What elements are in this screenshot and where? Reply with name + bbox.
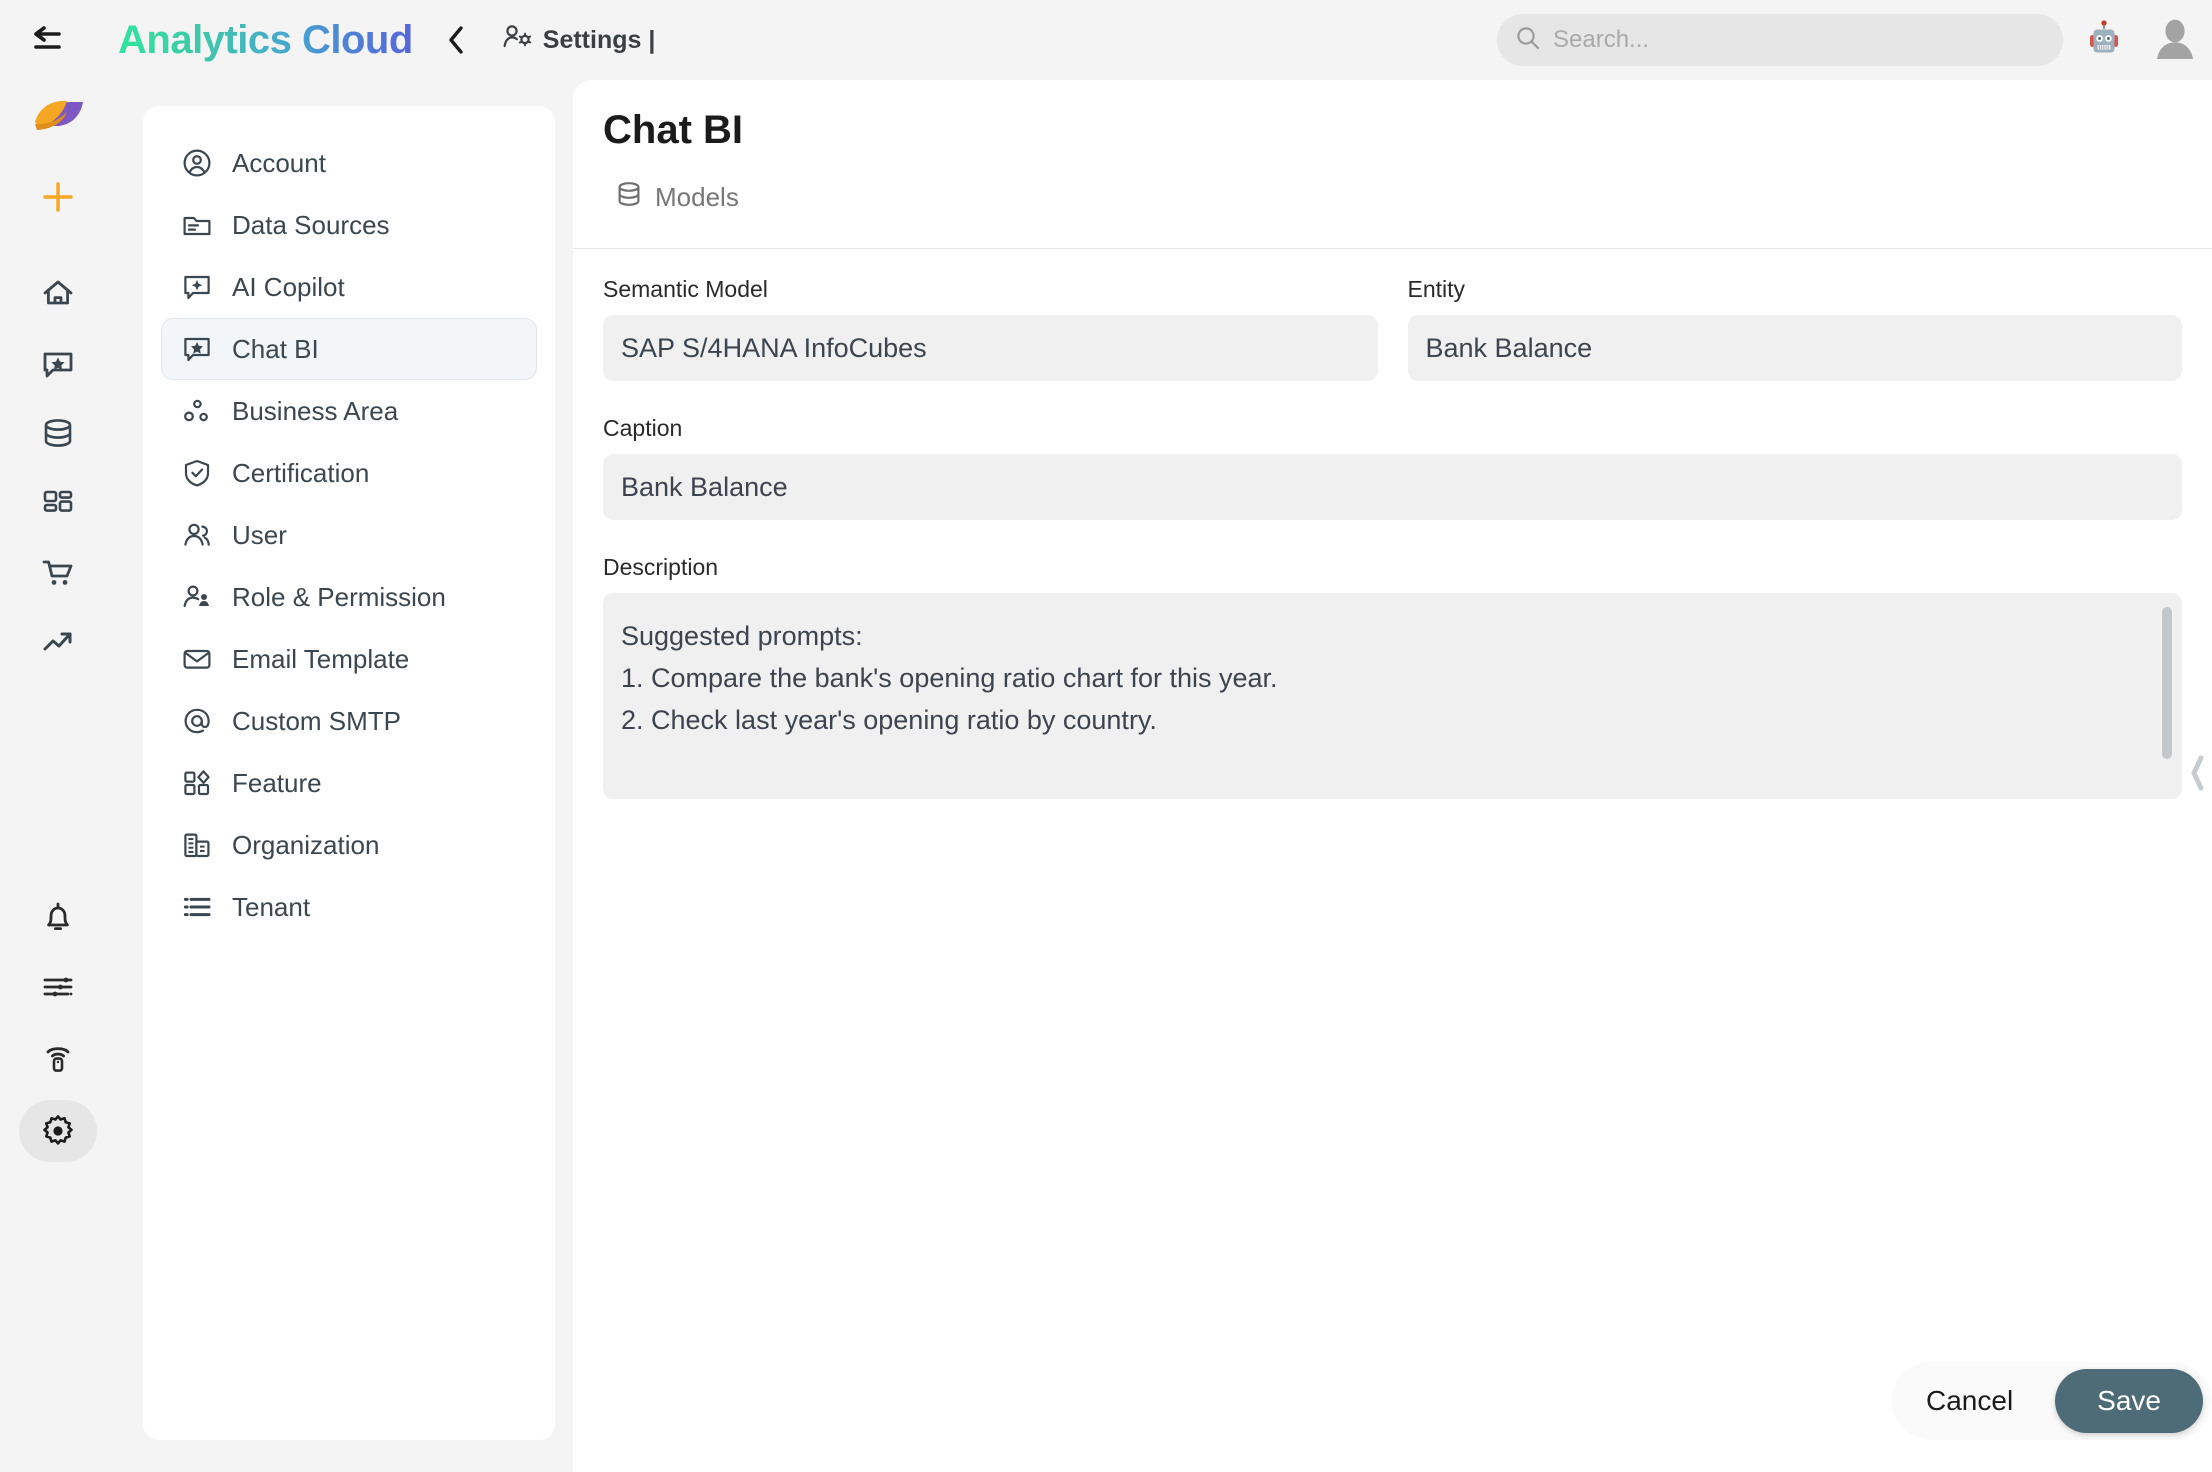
sidebar-item-business-area[interactable]: Business Area (161, 380, 537, 442)
user-avatar-icon[interactable] (2152, 16, 2198, 62)
cancel-button[interactable]: Cancel (1892, 1370, 2047, 1432)
description-field: Description Suggested prompts: 1. Compar… (603, 554, 2182, 799)
entity-input[interactable]: Bank Balance (1408, 315, 2183, 381)
sidebar-item-tenant[interactable]: Tenant (161, 876, 537, 938)
caption-input[interactable]: Bank Balance (603, 454, 2182, 520)
tab-models[interactable]: Models (603, 172, 751, 223)
description-label: Description (603, 554, 2182, 581)
sidebar-item-certification[interactable]: Certification (161, 442, 537, 504)
sliders-icon[interactable] (29, 958, 87, 1016)
model-form: Semantic Model SAP S/4HANA InfoCubes Ent… (603, 276, 2182, 833)
search-input[interactable] (1553, 26, 2045, 54)
home-icon[interactable] (29, 264, 87, 322)
sidebar-item-label: Business Area (232, 396, 398, 427)
settings-menu-panel: Account Data Sources A (143, 106, 555, 1440)
user-circle-icon (182, 148, 212, 178)
form-actions: Cancel Save (1892, 1362, 2211, 1440)
feature-grid-icon (182, 768, 212, 798)
sidebar-item-custom-smtp[interactable]: Custom SMTP (161, 690, 537, 752)
sidebar-item-label: Feature (232, 768, 322, 799)
server-list-icon (182, 892, 212, 922)
top-bar: Analytics Cloud Settings | (0, 0, 2212, 80)
sidebar-item-feature[interactable]: Feature (161, 752, 537, 814)
chat-star-icon[interactable] (29, 334, 87, 392)
page-title: Chat BI (603, 108, 743, 153)
chevron-left-icon[interactable] (2186, 750, 2208, 796)
tab-label: Models (655, 182, 739, 213)
caption-field: Caption Bank Balance (603, 415, 2182, 520)
description-textarea[interactable]: Suggested prompts: 1. Compare the bank's… (603, 593, 2182, 799)
settings-menu-list: Account Data Sources A (143, 106, 555, 938)
sidebar-item-label: Email Template (232, 644, 409, 675)
sidebar-item-label: Organization (232, 830, 379, 861)
search-box[interactable] (1497, 14, 2063, 66)
sidebar-item-account[interactable]: Account (161, 132, 537, 194)
robot-icon[interactable] (2082, 18, 2126, 62)
chat-star-icon (182, 334, 212, 364)
hamburger-collapse-icon[interactable] (30, 17, 76, 63)
save-button[interactable]: Save (2055, 1369, 2203, 1433)
semantic-model-field: Semantic Model SAP S/4HANA InfoCubes (603, 276, 1378, 381)
sidebar-item-organization[interactable]: Organization (161, 814, 537, 876)
user-settings-icon (503, 24, 533, 57)
database-icon[interactable] (29, 404, 87, 462)
breadcrumb[interactable]: Settings | (503, 24, 656, 57)
entity-label: Entity (1408, 276, 2183, 303)
at-sign-icon (182, 706, 212, 736)
trending-up-icon[interactable] (29, 614, 87, 672)
sidebar-item-label: Role & Permission (232, 582, 446, 613)
form-row-1: Semantic Model SAP S/4HANA InfoCubes Ent… (603, 276, 2182, 415)
sidebar-item-label: Data Sources (232, 210, 390, 241)
search-icon (1515, 25, 1541, 56)
description-scrollbar[interactable] (2162, 607, 2172, 759)
main-content-panel: Chat BI Models Semantic Model SAP S/4HAN… (573, 80, 2212, 1472)
gear-icon[interactable] (19, 1100, 97, 1162)
tab-bar: Models (603, 172, 751, 223)
sidebar-item-chat-bi[interactable]: Chat BI (161, 318, 537, 380)
sidebar-item-label: AI Copilot (232, 272, 345, 303)
entity-field: Entity Bank Balance (1408, 276, 2183, 381)
sidebar-item-label: User (232, 520, 287, 551)
sidebar-item-label: Tenant (232, 892, 310, 923)
sidebar-item-label: Chat BI (232, 334, 319, 365)
users-icon (182, 520, 212, 550)
icon-rail (0, 80, 115, 1472)
sidebar-item-label: Account (232, 148, 326, 179)
envelope-icon (182, 644, 212, 674)
sidebar-item-data-sources[interactable]: Data Sources (161, 194, 537, 256)
folder-icon (182, 210, 212, 240)
plus-icon[interactable] (29, 168, 87, 226)
caption-label: Caption (603, 415, 2182, 442)
nodes-icon (182, 396, 212, 426)
tab-divider (573, 248, 2212, 249)
app-logo[interactable] (29, 94, 87, 140)
sidebar-item-label: Custom SMTP (232, 706, 401, 737)
chevron-left-icon[interactable] (441, 20, 471, 60)
database-icon (615, 180, 643, 215)
shield-check-icon (182, 458, 212, 488)
sparkle-chat-icon (182, 272, 212, 302)
app-window: Analytics Cloud Settings | (0, 0, 2212, 1472)
sidebar-item-label: Certification (232, 458, 369, 489)
sidebar-item-user[interactable]: User (161, 504, 537, 566)
app-brand-title: Analytics Cloud (118, 18, 413, 63)
shopping-cart-icon[interactable] (29, 544, 87, 602)
device-signal-icon[interactable] (29, 1028, 87, 1086)
building-icon (182, 830, 212, 860)
semantic-model-label: Semantic Model (603, 276, 1378, 303)
sidebar-item-email-template[interactable]: Email Template (161, 628, 537, 690)
user-role-icon (182, 582, 212, 612)
semantic-model-input[interactable]: SAP S/4HANA InfoCubes (603, 315, 1378, 381)
dashboard-grid-icon[interactable] (29, 474, 87, 532)
sidebar-item-ai-copilot[interactable]: AI Copilot (161, 256, 537, 318)
bell-icon[interactable] (29, 888, 87, 946)
sidebar-item-role-permission[interactable]: Role & Permission (161, 566, 537, 628)
breadcrumb-label: Settings | (543, 26, 656, 55)
description-text: Suggested prompts: 1. Compare the bank's… (621, 621, 1278, 735)
